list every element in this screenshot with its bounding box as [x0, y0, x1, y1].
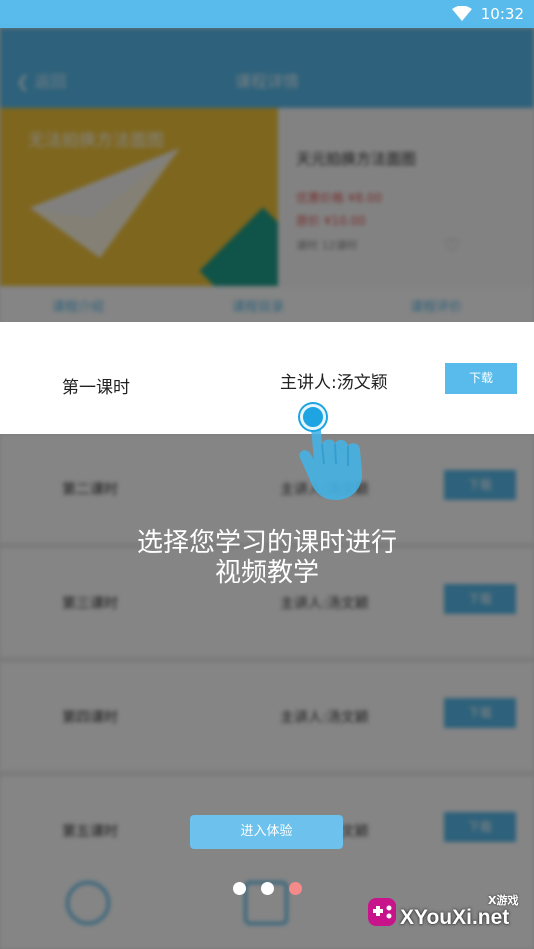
status-time: 10:32 — [480, 5, 524, 23]
guide-text: 选择您学习的课时进行 视频教学 — [0, 528, 534, 588]
lesson-teacher: 主讲人:汤文颖 — [280, 373, 388, 393]
wifi-icon — [452, 5, 472, 25]
gamepad-logo-icon — [368, 898, 396, 926]
tap-indicator — [300, 404, 326, 430]
status-bar: 10:32 — [0, 0, 534, 28]
download-button[interactable]: 下载 — [445, 363, 517, 394]
page-dot-1[interactable] — [233, 882, 246, 895]
lesson-name: 第一课时 — [62, 378, 130, 398]
guide-line-2: 视频教学 — [214, 558, 319, 588]
site-watermark: X游戏 XYouXi.net — [358, 876, 534, 949]
enter-experience-button[interactable]: 进入体验 — [190, 815, 343, 849]
highlighted-lesson-row[interactable]: 第一课时 主讲人:汤文颖 下载 — [0, 322, 534, 434]
guide-line-1: 选择您学习的课时进行 — [136, 528, 397, 558]
page-dot-3[interactable] — [289, 882, 302, 895]
page-dot-2[interactable] — [261, 882, 274, 895]
guide-overlay — [0, 28, 534, 949]
watermark-main-text: XYouXi.net — [400, 906, 510, 929]
